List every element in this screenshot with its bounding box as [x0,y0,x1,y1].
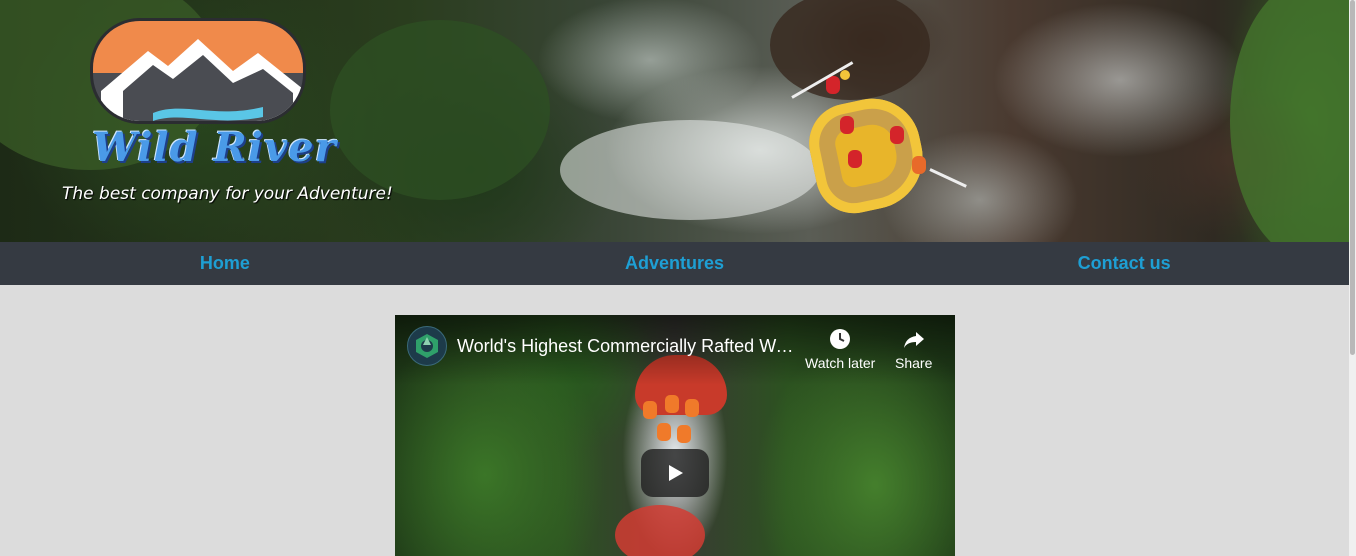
nav-adventures[interactable]: Adventures [450,242,900,285]
rafter [826,76,840,94]
brand-tagline: The best company for your Adventure! [62,184,393,204]
scrollbar-thumb[interactable] [1350,0,1355,355]
foliage-right [1230,0,1349,242]
raft-image [801,89,933,221]
paddle [929,168,967,188]
watch-later-label: Watch later [805,355,876,371]
rafter [848,150,862,168]
rafter [912,156,926,174]
nav-contact-us[interactable]: Contact us [899,242,1349,285]
river-rock [770,0,930,100]
video-rafter [677,425,691,443]
nav-home[interactable]: Home [0,242,450,285]
brand-name: Wild River [92,124,337,171]
watch-later-button[interactable]: Watch later [805,327,875,371]
share-label: Share [895,355,933,371]
rapids-water [560,120,820,220]
video-rafter [643,401,657,419]
video-rafter [657,423,671,441]
share-button[interactable]: Share [895,327,932,371]
video-embed[interactable]: World's Highest Commercially Rafted Wate… [395,315,955,556]
rafter [890,126,904,144]
video-raft-lower [615,505,705,556]
hero-banner: Wild River The best company for your Adv… [0,0,1349,242]
helmet [840,70,850,80]
logo-badge [90,18,306,124]
video-rafter [685,399,699,417]
share-arrow-icon [903,332,924,348]
mountain-logo-icon [101,39,303,121]
play-button[interactable] [641,449,709,497]
rafter [840,116,854,134]
clock-icon [830,329,851,349]
channel-logo-icon[interactable] [407,326,447,366]
main-nav: Home Adventures Contact us [0,242,1349,285]
play-icon [669,465,683,481]
video-title[interactable]: World's Highest Commercially Rafted Wate… [457,336,797,357]
foliage-mid [330,20,550,200]
video-rafter [665,395,679,413]
page-scrollbar[interactable] [1349,0,1356,556]
